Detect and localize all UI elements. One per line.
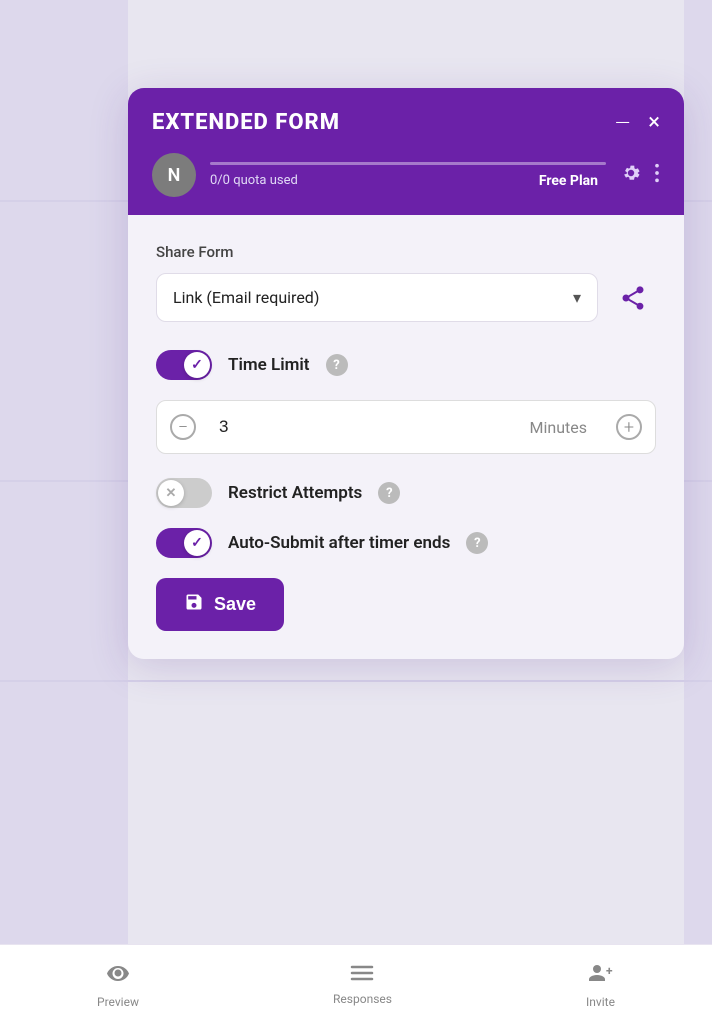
avatar: N [152, 153, 196, 197]
time-value-input[interactable]: 3 [209, 403, 530, 451]
share-row: Link (Email required) ▾ [156, 273, 656, 322]
app-title: EXTENDED FORM [152, 110, 340, 135]
restrict-attempts-help-icon[interactable]: ? [378, 482, 400, 504]
chevron-down-icon: ▾ [573, 288, 581, 307]
responses-icon [350, 963, 374, 988]
nav-invite-label: Invite [586, 995, 615, 1009]
plus-icon: + [616, 414, 642, 440]
time-decrease-button[interactable]: − [157, 401, 209, 453]
share-button[interactable] [610, 275, 656, 321]
quota-plan-row [210, 162, 606, 169]
auto-submit-help-icon[interactable]: ? [466, 532, 488, 554]
restrict-attempts-row: ✕ Restrict Attempts ? [156, 478, 656, 508]
settings-icon[interactable] [620, 162, 642, 189]
nav-item-preview[interactable]: Preview [97, 961, 139, 1009]
nav-item-responses[interactable]: Responses [333, 963, 392, 1006]
preview-icon [106, 961, 130, 991]
auto-submit-label: Auto-Submit after timer ends [228, 533, 450, 553]
share-dropdown-text: Link (Email required) [173, 288, 319, 307]
time-limit-toggle[interactable]: ✓ [156, 350, 212, 380]
save-button[interactable]: Save [156, 578, 284, 631]
plan-text: Free Plan [539, 173, 598, 189]
share-icon [619, 284, 647, 312]
time-input-row: − 3 Minutes + [156, 400, 656, 454]
check-icon: ✓ [191, 535, 203, 551]
minimize-button[interactable]: — [615, 113, 630, 133]
restrict-attempts-toggle[interactable]: ✕ [156, 478, 212, 508]
time-limit-label: Time Limit [228, 355, 310, 375]
check-icon: ✓ [191, 357, 203, 373]
time-limit-help-icon[interactable]: ? [326, 354, 348, 376]
save-icon [184, 592, 204, 617]
invite-icon: + [586, 961, 614, 991]
time-limit-toggle-thumb: ✓ [184, 352, 210, 378]
time-increase-button[interactable]: + [603, 401, 655, 453]
nav-preview-label: Preview [97, 995, 139, 1009]
header-icons [620, 162, 660, 189]
auto-submit-row: ✓ Auto-Submit after timer ends ? [156, 528, 656, 558]
modal: EXTENDED FORM — × N 0/0 quota used Free … [128, 88, 684, 659]
quota-bar-track [210, 162, 606, 165]
modal-header: EXTENDED FORM — × N 0/0 quota used Free … [128, 88, 684, 215]
time-limit-row: ✓ Time Limit ? [156, 350, 656, 380]
x-icon: ✕ [166, 486, 177, 501]
quota-text: 0/0 quota used [210, 173, 298, 189]
bg-line [0, 680, 712, 682]
auto-submit-toggle[interactable]: ✓ [156, 528, 212, 558]
header-bottom: N 0/0 quota used Free Plan [152, 153, 660, 197]
share-dropdown[interactable]: Link (Email required) ▾ [156, 273, 598, 322]
header-top: EXTENDED FORM — × [152, 110, 660, 135]
save-label: Save [214, 594, 256, 615]
nav-responses-label: Responses [333, 992, 392, 1006]
auto-submit-toggle-thumb: ✓ [184, 530, 210, 556]
svg-text:+: + [606, 964, 613, 978]
close-button[interactable]: × [648, 110, 660, 135]
time-unit-label: Minutes [530, 418, 604, 437]
modal-body: Share Form Link (Email required) ▾ ✓ Tim… [128, 215, 684, 659]
restrict-attempts-toggle-thumb: ✕ [158, 480, 184, 506]
quota-section: 0/0 quota used Free Plan [210, 162, 606, 189]
nav-item-invite[interactable]: + Invite [586, 961, 615, 1009]
more-options-icon[interactable] [654, 162, 660, 189]
restrict-attempts-label: Restrict Attempts [228, 483, 362, 503]
header-controls: — × [615, 110, 660, 135]
minus-icon: − [170, 414, 196, 440]
bottom-nav: Preview Responses + Invite [0, 944, 712, 1024]
share-form-label: Share Form [156, 243, 656, 261]
